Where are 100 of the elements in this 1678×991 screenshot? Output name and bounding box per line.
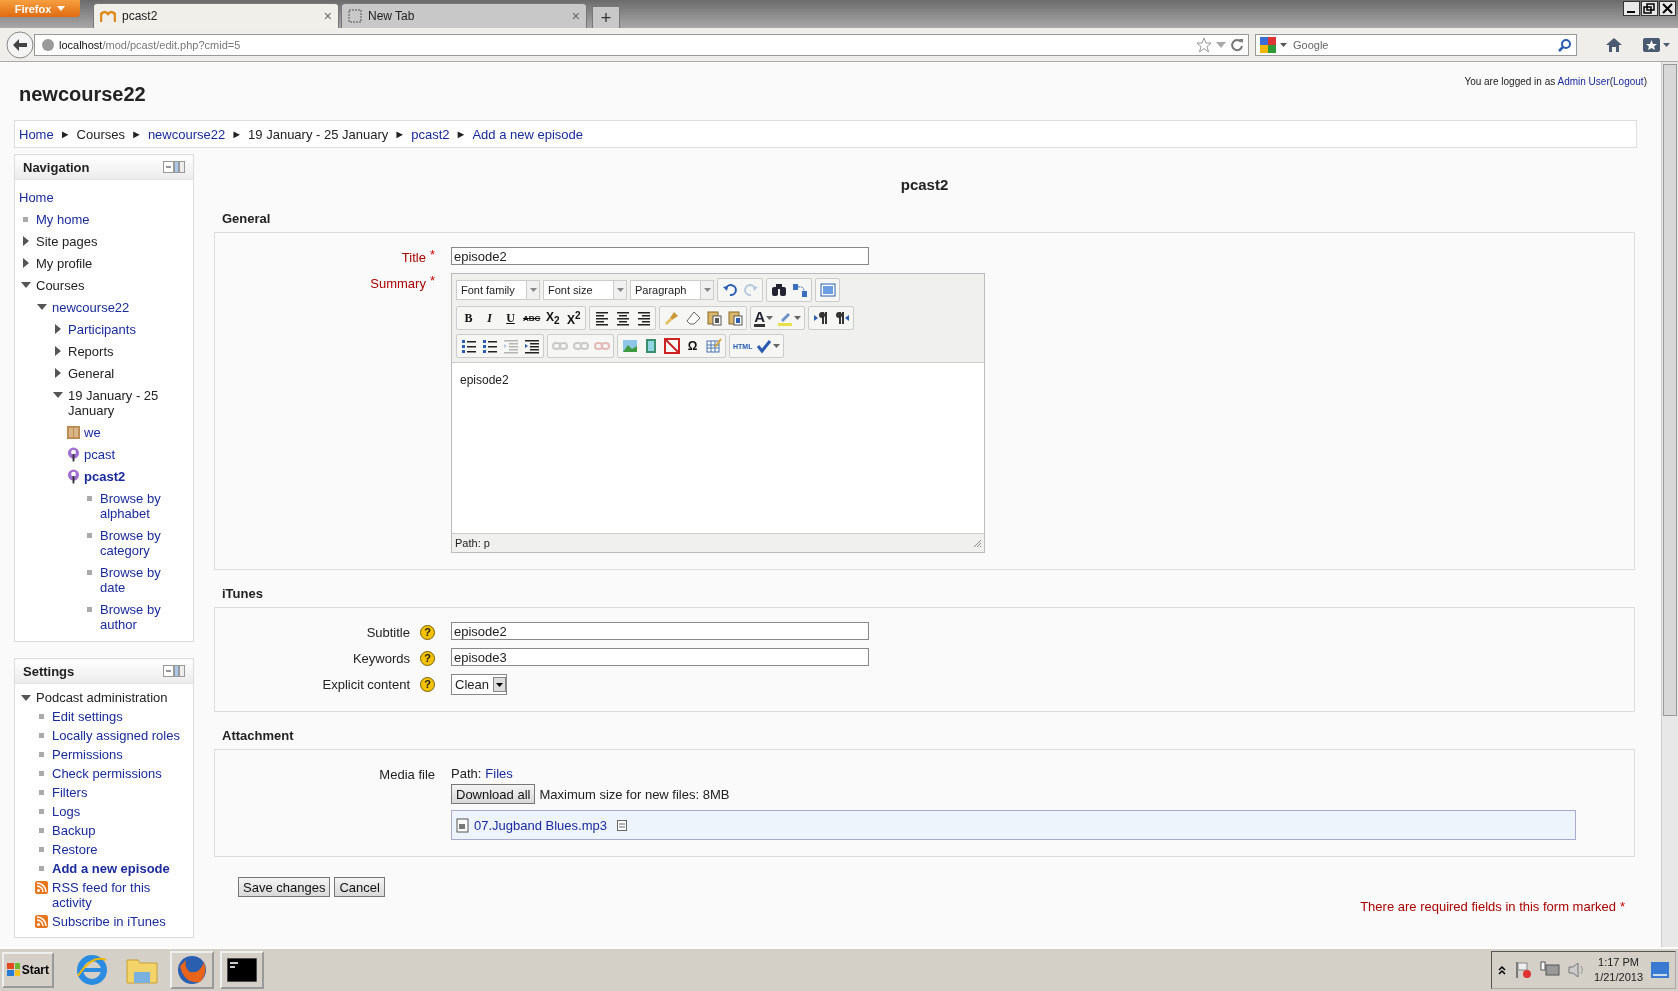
files-link[interactable]: Files <box>485 765 513 781</box>
close-icon[interactable] <box>1659 1 1676 16</box>
indent-icon <box>523 338 540 354</box>
download-all-button[interactable]: Download all <box>451 784 536 804</box>
toolbar-button[interactable]: Ω <box>682 336 703 356</box>
nav-label: 19 January - 25 January <box>68 387 160 418</box>
collapsed-arrow-icon[interactable] <box>52 324 63 334</box>
search-box[interactable]: Google <box>1255 33 1577 56</box>
caret-icon[interactable] <box>1280 42 1287 47</box>
star-icon[interactable] <box>1196 36 1212 53</box>
text-field[interactable]: episode3 <box>451 648 869 666</box>
reload-icon[interactable] <box>1230 37 1244 52</box>
breadcrumb-separator: ► <box>59 128 71 140</box>
file-link[interactable]: 07.Jugband Blues.mp3 <box>474 817 607 833</box>
new-tab-button[interactable]: + <box>592 6 620 28</box>
dock-icon[interactable] <box>163 161 185 173</box>
taskbar-icon[interactable] <box>220 951 264 989</box>
align-left-icon <box>593 310 610 326</box>
toolbar-dropdown[interactable]: Paragraph <box>630 280 714 300</box>
expanded-arrow-icon[interactable] <box>52 390 63 400</box>
title-field[interactable]: episode2 <box>451 247 869 265</box>
toolbar-button[interactable]: U <box>500 308 521 328</box>
close-button[interactable]: × <box>323 8 332 24</box>
nav-link[interactable]: Permissions <box>52 747 123 762</box>
outdent-icon <box>502 338 519 354</box>
address-bar[interactable]: localhost/mod/pcast/edit.php?cmid=5 <box>34 33 1249 56</box>
collapsed-arrow-icon[interactable] <box>52 368 63 378</box>
nav-link[interactable]: Participants <box>68 321 136 337</box>
toolbar-button[interactable]: A <box>752 308 776 328</box>
flag-warning-icon[interactable] <box>1514 961 1533 979</box>
redo-icon <box>742 282 759 298</box>
minimize-icon[interactable] <box>1623 1 1640 16</box>
breadcrumb-link[interactable]: Home <box>19 126 54 142</box>
nav-link[interactable]: pcast2 <box>84 468 126 484</box>
nav-link[interactable]: Edit settings <box>52 709 123 724</box>
nav-link[interactable]: Filters <box>52 785 88 800</box>
nav-link[interactable]: Browse by date <box>100 564 189 595</box>
start-button[interactable]: Start <box>2 952 54 988</box>
desktop-icon[interactable] <box>1651 962 1669 978</box>
nav-link[interactable]: Browse by category <box>100 527 189 558</box>
explicit-select[interactable]: Clean <box>451 674 507 695</box>
nav-link[interactable]: Locally assigned roles <box>52 728 180 743</box>
search-icon[interactable] <box>1558 37 1572 52</box>
nav-link[interactable]: pcast <box>84 446 116 462</box>
color-squares-icon <box>1260 36 1276 53</box>
expanded-arrow-icon[interactable] <box>36 302 47 312</box>
collapsed-arrow-icon[interactable] <box>52 346 63 356</box>
nav-link[interactable]: Logs <box>52 804 81 819</box>
breadcrumb-link[interactable]: newcourse22 <box>147 126 226 142</box>
help-button[interactable]: ? <box>420 676 435 692</box>
bullet-icon <box>87 606 92 612</box>
nav-link[interactable]: Check permissions <box>52 766 162 781</box>
logout-link[interactable]: Logout <box>1613 76 1644 87</box>
home-icon[interactable] <box>1605 36 1623 53</box>
nav-link[interactable]: Backup <box>52 823 96 838</box>
text-field[interactable]: episode2 <box>451 622 869 640</box>
form-button[interactable]: Cancel <box>334 877 385 897</box>
nav-link[interactable]: Browse by alphabet <box>100 490 189 521</box>
restore-icon[interactable] <box>1641 1 1658 16</box>
nav-link[interactable]: Restore <box>52 842 98 857</box>
menu-icon[interactable] <box>617 819 627 831</box>
breadcrumb-link[interactable]: Add a new episode <box>472 126 583 142</box>
resize-handle-icon[interactable] <box>972 538 982 548</box>
expanded-arrow-icon[interactable] <box>20 692 31 703</box>
help-button[interactable]: ? <box>420 624 435 640</box>
browser-tab[interactable]: New Tab × <box>341 3 587 28</box>
close-button[interactable]: × <box>571 8 580 24</box>
chevron-icon[interactable] <box>1498 965 1507 975</box>
bullet-icon <box>39 733 44 738</box>
nav-link[interactable]: we <box>84 424 101 440</box>
browser-tab[interactable]: pcast2 × <box>93 3 339 28</box>
nav-link[interactable]: Browse by author <box>100 601 189 632</box>
help-button[interactable]: ? <box>420 650 435 666</box>
nav-link[interactable]: Add a new episode <box>52 861 170 876</box>
breadcrumb-text: 19 January - 25 January <box>248 126 389 142</box>
dock-icon[interactable] <box>163 665 185 677</box>
form-button[interactable]: Save changes <box>238 877 331 897</box>
toolbar-button[interactable]: X$_{2}$ <box>542 308 564 328</box>
caret-icon <box>616 288 624 292</box>
breadcrumb-separator: ► <box>131 128 142 140</box>
expanded-arrow-icon[interactable] <box>20 280 31 290</box>
scrollbar[interactable] <box>1661 62 1678 947</box>
nav-link[interactable]: RSS feed for this activity <box>52 880 189 910</box>
collapsed-arrow-icon[interactable] <box>20 258 31 268</box>
toolbar-dropdown[interactable]: Font family <box>456 280 540 300</box>
toolbar-button[interactable]: ABC <box>521 308 543 328</box>
toolbar-button[interactable]: X$^{2}$ <box>563 308 585 328</box>
nav-link[interactable]: Subscribe in iTunes <box>52 914 166 929</box>
toolbar-button[interactable]: I <box>479 308 500 328</box>
course-title: newcourse22 <box>19 83 146 106</box>
nav-link[interactable]: newcourse22 <box>52 299 130 315</box>
user-link[interactable]: Admin User <box>1557 76 1610 87</box>
toolbar-button[interactable]: B <box>458 308 479 328</box>
nav-link[interactable]: My home <box>36 211 90 227</box>
bookmarks-icon[interactable] <box>1643 36 1671 53</box>
collapsed-arrow-icon[interactable] <box>20 236 31 246</box>
nav-link[interactable]: Home <box>19 189 54 205</box>
editor-content[interactable]: episode2 <box>452 362 984 534</box>
toolbar-dropdown[interactable]: Font size <box>543 280 627 300</box>
breadcrumb-link[interactable]: pcast2 <box>411 126 450 142</box>
